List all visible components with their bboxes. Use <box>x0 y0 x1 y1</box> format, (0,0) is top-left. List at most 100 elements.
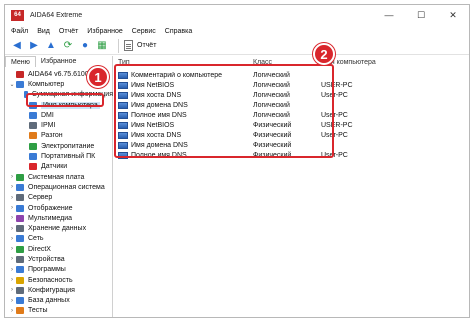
ipmi-icon <box>29 122 37 130</box>
tree-item[interactable]: › Тесты <box>5 306 113 316</box>
tree-item-label: Разгон <box>41 132 63 140</box>
report-button-label: Отчёт <box>137 42 157 49</box>
menu-favorites[interactable]: Избранное <box>87 28 122 35</box>
title-bar: 64 AIDA64 Extreme — ☐ ✕ <box>5 5 469 25</box>
tree-item[interactable]: › Отображение <box>5 203 113 213</box>
tree-item-label: Отображение <box>28 204 73 212</box>
sensors-icon <box>29 163 37 171</box>
tree-item[interactable]: › Конфигурация <box>5 285 113 295</box>
annotation-badge-2: 2 <box>313 43 335 65</box>
tree-expander[interactable]: › <box>8 298 16 304</box>
database-icon <box>16 297 24 305</box>
multimedia-icon <box>16 214 24 222</box>
cell-name: User-PC <box>321 111 348 119</box>
column-header-name[interactable]: Имя компьютера <box>317 59 437 69</box>
tree-expander[interactable]: › <box>8 205 16 211</box>
tree-item-label: Портативный ПК <box>41 153 96 161</box>
computer-icon <box>16 80 24 88</box>
tree-item[interactable]: IPMI <box>5 120 113 130</box>
tree-item[interactable]: DMI <box>5 110 113 120</box>
chart-icon[interactable]: ▦ <box>96 40 108 52</box>
tab-menu[interactable]: Меню <box>5 56 36 67</box>
tree-item[interactable]: › Программы <box>5 265 113 275</box>
back-arrow-icon[interactable]: ◀ <box>11 40 23 52</box>
cell-name: User-PC <box>321 132 348 140</box>
tree-item[interactable]: › База данных <box>5 296 113 306</box>
tree-item-label: Программы <box>28 266 66 274</box>
forward-arrow-icon[interactable]: ▶ <box>28 40 40 52</box>
tree-expander[interactable]: › <box>8 184 16 190</box>
tree-item-label: Безопасность <box>28 276 73 284</box>
cell-name: User-PC <box>321 91 348 99</box>
tree-item-label: Операционная система <box>28 183 105 191</box>
aida64-logo-icon: 64 <box>11 9 24 21</box>
tree-item-label: Сервер <box>28 194 53 202</box>
tree-item-label: Сеть <box>28 235 44 243</box>
tree-item[interactable]: › DirectX <box>5 244 113 254</box>
tree-item[interactable]: › Хранение данных <box>5 223 113 233</box>
aida-icon <box>16 70 24 78</box>
tree-expander[interactable]: › <box>8 287 16 293</box>
server-icon <box>16 194 24 202</box>
tree-item[interactable]: Электропитание <box>5 141 113 151</box>
user-icon[interactable]: ● <box>79 40 91 52</box>
tree-item[interactable]: › Сеть <box>5 234 113 244</box>
menu-view[interactable]: Вид <box>37 28 50 35</box>
tree-item[interactable]: › Системная плата <box>5 172 113 182</box>
directx-icon <box>16 245 24 253</box>
tree-expander[interactable]: › <box>8 215 16 221</box>
tree-item[interactable]: › Операционная система <box>5 182 113 192</box>
close-button[interactable]: ✕ <box>437 5 469 25</box>
tree-item[interactable]: › Сервер <box>5 193 113 203</box>
tree-expander[interactable]: › <box>8 277 16 283</box>
tree-expander[interactable]: › <box>8 226 16 232</box>
tree-expander[interactable]: › <box>8 174 16 180</box>
tree-item-label: DMI <box>41 111 54 119</box>
menu-file[interactable]: Файл <box>11 28 28 35</box>
refresh-icon[interactable]: ⟳ <box>62 40 74 52</box>
menu-tools[interactable]: Сервис <box>132 28 156 35</box>
tree-item-label: База данных <box>28 297 70 305</box>
menu-bar: Файл Вид Отчёт Избранное Сервис Справка <box>5 25 469 37</box>
motherboard-icon <box>16 173 24 181</box>
toolbar: ◀ ▶ ▲ ⟳ ● ▦ Отчёт <box>5 37 469 55</box>
minimize-button[interactable]: — <box>373 5 405 25</box>
tree-expander[interactable]: › <box>8 308 16 314</box>
highlight-box-1 <box>26 93 104 107</box>
tree-expander[interactable]: › <box>8 195 16 201</box>
cell-name: USER-PC <box>321 122 353 130</box>
maximize-button[interactable]: ☐ <box>405 5 437 25</box>
report-icon <box>124 40 133 51</box>
menu-help[interactable]: Справка <box>165 28 192 35</box>
power-icon <box>29 142 37 150</box>
tree-expander[interactable]: › <box>8 256 16 262</box>
network-icon <box>16 235 24 243</box>
laptop-icon <box>29 153 37 161</box>
os-icon <box>16 183 24 191</box>
tree-item[interactable]: › Безопасность <box>5 275 113 285</box>
tree-item[interactable]: Датчики <box>5 162 113 172</box>
tree-expander[interactable]: › <box>8 246 16 252</box>
report-button[interactable]: Отчёт <box>124 40 156 51</box>
tab-favorites[interactable]: Избранное <box>36 56 81 67</box>
tree-expander[interactable]: › <box>8 236 16 242</box>
tree-item[interactable]: › Мультимедиа <box>5 213 113 223</box>
window-controls: — ☐ ✕ <box>373 5 469 25</box>
tree-item[interactable]: › Устройства <box>5 254 113 264</box>
overclock-icon <box>29 132 37 140</box>
tree-expander[interactable]: ⌄ <box>8 81 16 88</box>
tree-item-label: Датчики <box>41 163 68 171</box>
cell-name: USER-PC <box>321 81 353 89</box>
storage-icon <box>16 225 24 233</box>
up-arrow-icon[interactable]: ▲ <box>45 40 57 52</box>
tree-expander[interactable]: › <box>8 267 16 273</box>
app-window: 64 AIDA64 Extreme — ☐ ✕ Файл Вид Отчёт И… <box>4 4 470 318</box>
tree-item[interactable]: Портативный ПК <box>5 151 113 161</box>
tree-item-label: Хранение данных <box>28 225 87 233</box>
tree-item[interactable]: Разгон <box>5 131 113 141</box>
menu-report[interactable]: Отчёт <box>59 28 78 35</box>
dmi-icon <box>29 111 37 119</box>
programs-icon <box>16 266 24 274</box>
tree-item-label: AIDA64 v6.75.6100 <box>28 70 89 78</box>
tree-item-label: DirectX <box>28 245 51 253</box>
